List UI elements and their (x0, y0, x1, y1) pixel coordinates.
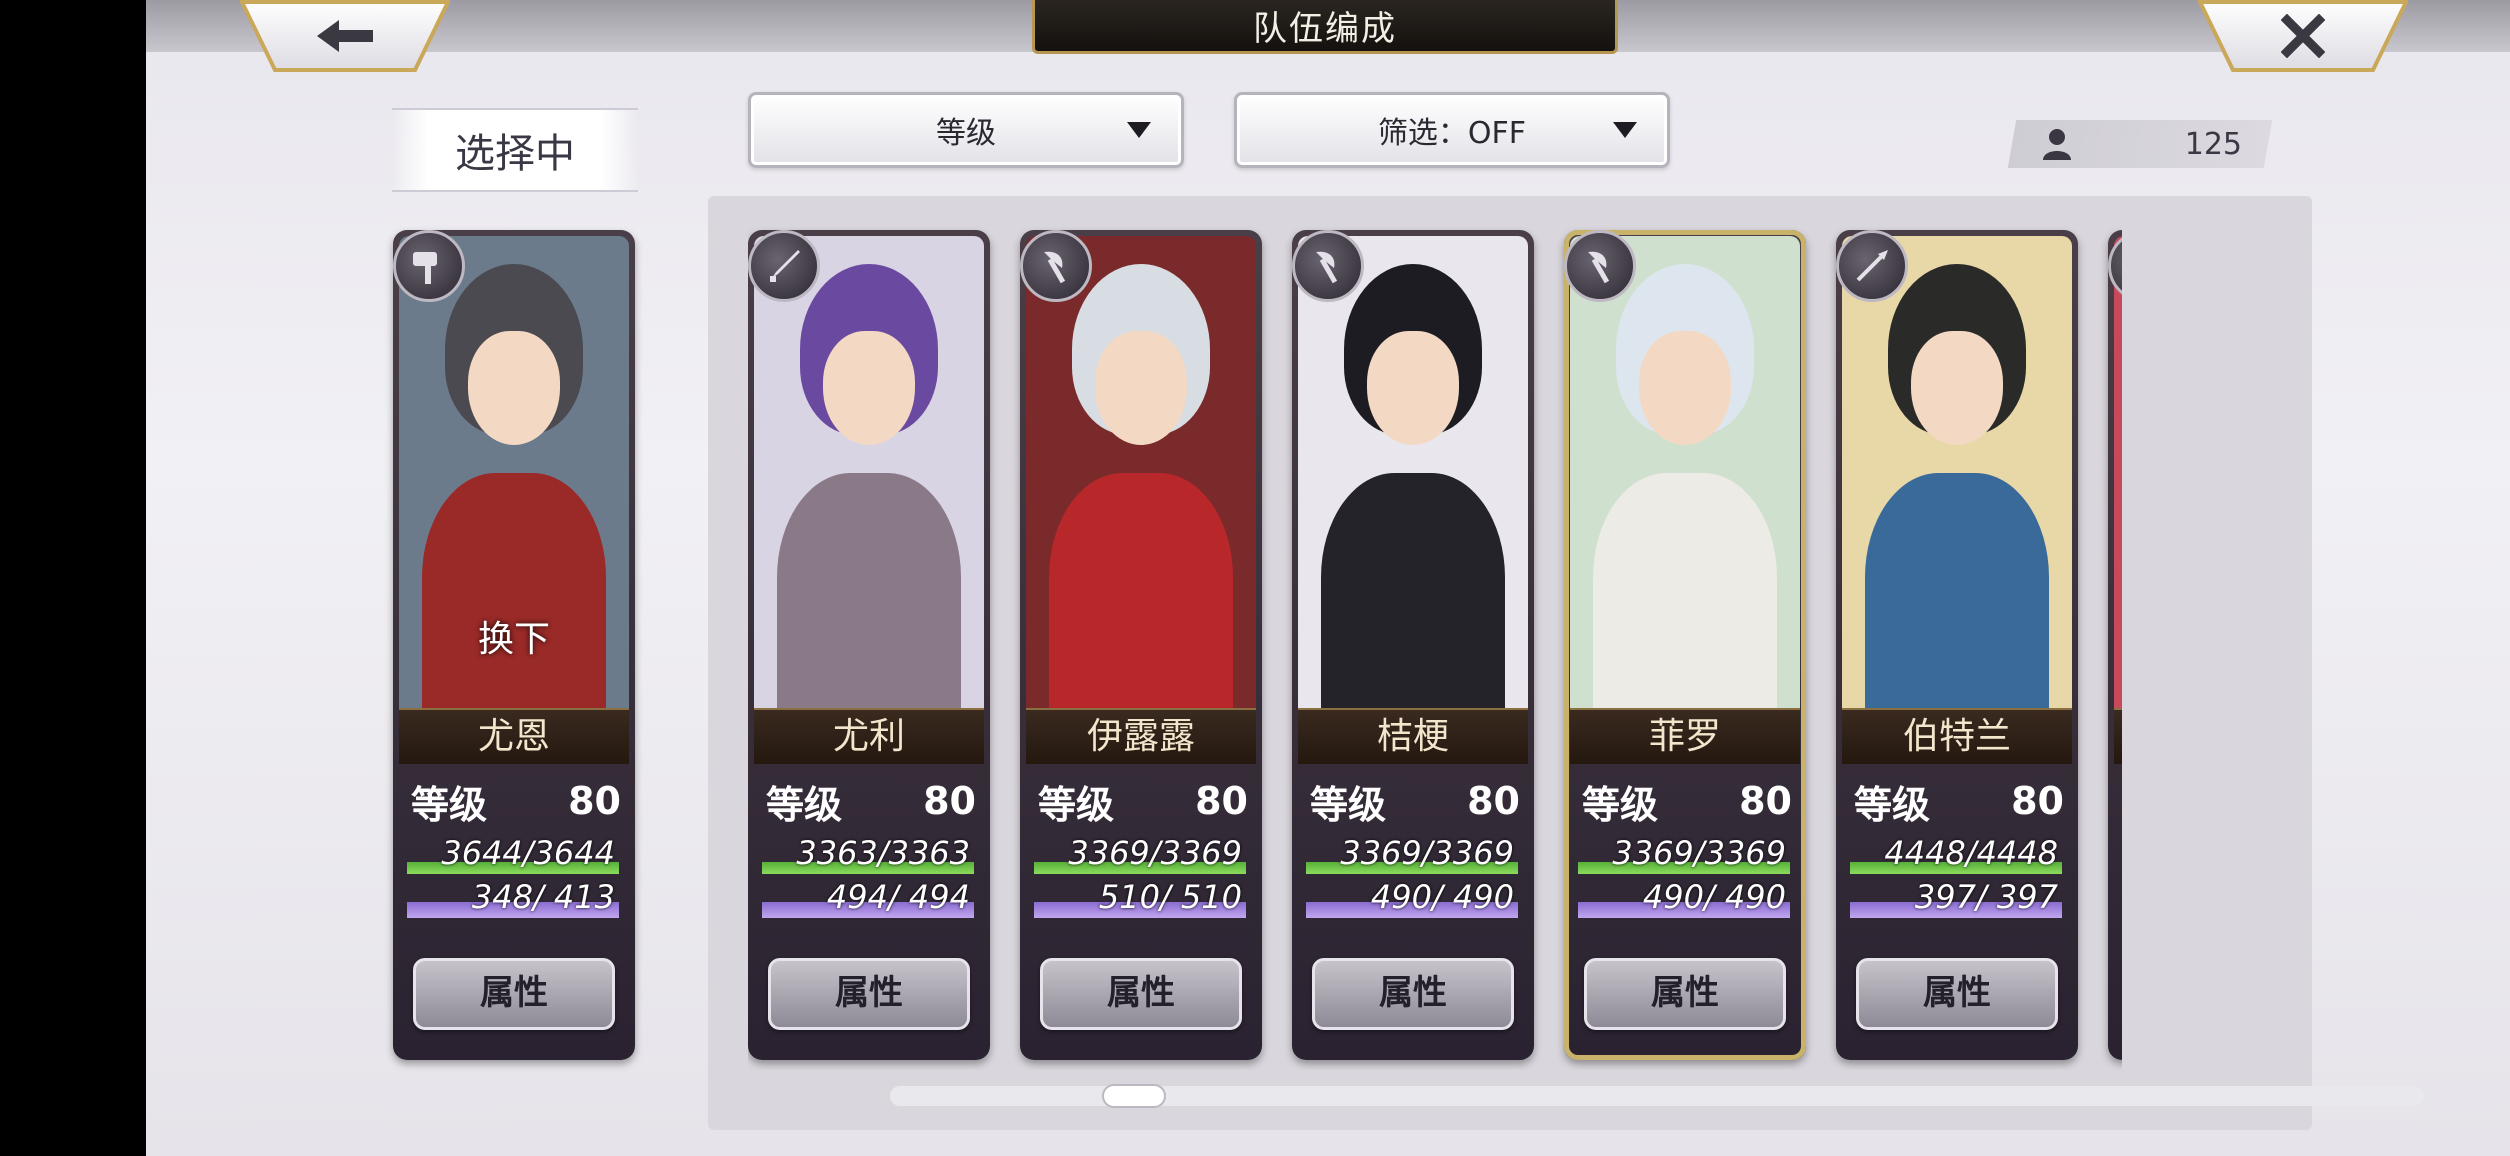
level-row: 等级 80 (766, 776, 976, 827)
attributes-button[interactable]: 属性 (1584, 958, 1786, 1030)
hp-bar: 3369/3369 (1306, 834, 1518, 874)
character-portrait (1842, 236, 2072, 710)
portrait-face (1911, 330, 2003, 445)
axe-icon (1564, 230, 1636, 302)
portrait-face (1639, 330, 1731, 445)
hp-bar: 3369/3369 (1578, 834, 1790, 874)
level-label: 等级 (766, 782, 843, 827)
portrait-face (1367, 330, 1459, 445)
character-name: 伊露露 (1026, 708, 1256, 764)
character-name: 修杰 (2114, 708, 2122, 764)
roster-card[interactable]: 菲罗等级 80 3369/3369 490/ 490 属性 (1564, 230, 1806, 1060)
mp-bar: 490/ 490 (1578, 878, 1790, 918)
character-name: 伯特兰 (1842, 708, 2072, 764)
level-label: 等级 (411, 782, 488, 827)
character-name: 尤恩 (399, 708, 629, 764)
back-button[interactable] (240, 0, 450, 72)
swap-out-label[interactable]: 换下 (393, 610, 635, 662)
person-icon (2043, 129, 2071, 160)
axe-icon (1292, 230, 1364, 302)
roster-card[interactable]: 桔梗等级 80 3369/3369 490/ 490 属性 (1292, 230, 1534, 1060)
character-portrait (1570, 236, 1800, 710)
mp-bar: 490/ 490 (1306, 878, 1518, 918)
hp-bar: 4448/4448 (1850, 834, 2062, 874)
attributes-button[interactable]: 属性 (1040, 958, 1242, 1030)
page-title: 队伍编成 (1032, 0, 1618, 54)
level-row: 等级 80 (1310, 776, 1520, 827)
attributes-button[interactable]: 属性 (1312, 958, 1514, 1030)
roster-card[interactable]: 尤利等级 80 3363/3363 494/ 494 属性 (748, 230, 990, 1060)
hp-bar: 3363/3363 (762, 834, 974, 874)
hp-bar: 3369/3369 (1034, 834, 1246, 874)
portrait-face (1095, 330, 1187, 445)
filter-dropdown-value: 筛选：OFF (1377, 116, 1527, 151)
selecting-label: 选择中 (392, 108, 638, 192)
portrait-body (1049, 473, 1233, 710)
character-portrait (2114, 236, 2122, 710)
level-value: 80 (923, 779, 976, 823)
character-portrait (1298, 236, 1528, 710)
character-portrait (754, 236, 984, 710)
roster-card[interactable]: 伯特兰等级 80 4448/4448 397/ 397 属性 (1836, 230, 2078, 1060)
character-name: 桔梗 (1298, 708, 1528, 764)
close-x-icon (2281, 14, 2325, 58)
portrait-body (1865, 473, 2049, 710)
attributes-button[interactable]: 属性 (413, 958, 615, 1030)
character-portrait (1026, 236, 1256, 710)
sword-icon (748, 230, 820, 302)
portrait-body (777, 473, 961, 710)
roster-track: 尤利等级 80 3363/3363 494/ 494 属性 伊露露等级 80 3369/336… (748, 220, 2122, 1070)
attributes-button[interactable]: 属性 (768, 958, 970, 1030)
roster-card[interactable]: 修杰等级3444/3413/属性 (2108, 230, 2122, 1060)
axe-icon (1020, 230, 1092, 302)
hp-bar: 3644/3644 (407, 834, 619, 874)
portrait-body (1593, 473, 1777, 710)
portrait-face (468, 330, 560, 445)
character-name: 菲罗 (1570, 708, 1800, 764)
level-value: 80 (568, 779, 621, 823)
unit-count-value: 125 (2184, 126, 2242, 162)
spear-icon (1836, 230, 1908, 302)
level-label: 等级 (1854, 782, 1931, 827)
level-label: 等级 (1582, 782, 1659, 827)
chevron-down-icon (1127, 122, 1151, 138)
roster-card[interactable]: 伊露露等级 80 3369/3369 510/ 510 属性 (1020, 230, 1262, 1060)
portrait-body (422, 473, 606, 710)
character-name: 尤利 (754, 708, 984, 764)
mp-bar: 510/ 510 (1034, 878, 1246, 918)
mp-bar: 397/ 397 (1850, 878, 2062, 918)
level-row: 等级 80 (1854, 776, 2064, 827)
level-value: 80 (2011, 779, 2064, 823)
mp-bar: 494/ 494 (762, 878, 974, 918)
level-label: 等级 (1038, 782, 1115, 827)
roster-scroll-thumb[interactable] (1102, 1084, 1166, 1108)
unit-count: 125 (2012, 120, 2268, 168)
portrait-body (1321, 473, 1505, 710)
filter-dropdown[interactable]: 筛选：OFF (1234, 92, 1670, 168)
selected-character-card[interactable]: 换下 尤恩 等级 80 3644/3644 348/ 413 属性 (393, 230, 635, 1060)
level-row: 等级 80 (1038, 776, 1248, 827)
close-button[interactable] (2198, 0, 2408, 72)
arrow-left-icon (317, 20, 373, 52)
level-row: 等级 80 (1582, 776, 1792, 827)
roster-list[interactable]: 尤利等级 80 3363/3363 494/ 494 属性 伊露露等级 80 3369/336… (748, 220, 2122, 1070)
mp-bar: 348/ 413 (407, 878, 619, 918)
level-value: 80 (1195, 779, 1248, 823)
sort-dropdown[interactable]: 等级 (748, 92, 1184, 168)
attributes-button[interactable]: 属性 (1856, 958, 2058, 1030)
sort-dropdown-value: 等级 (936, 116, 996, 151)
chevron-down-icon (1613, 122, 1637, 138)
level-value: 80 (1467, 779, 1520, 823)
level-row: 等级 80 (411, 776, 621, 827)
hammer-icon (393, 230, 465, 302)
team-formation-screen: 队伍编成 选择中 等级 筛选：OFF 125 换下 尤恩 等级 80 3644/… (146, 0, 2510, 1156)
portrait-face (823, 330, 915, 445)
level-value: 80 (1739, 779, 1792, 823)
level-label: 等级 (1310, 782, 1387, 827)
